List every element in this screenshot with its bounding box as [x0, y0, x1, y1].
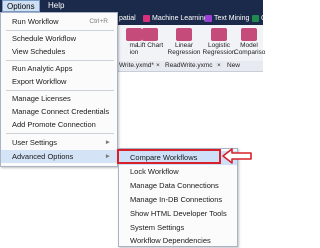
tab-spatial[interactable]: patial [116, 14, 139, 24]
tool-lift-chart[interactable]: Lift Chart [133, 28, 167, 49]
doc-tab-new-workflow[interactable]: New Workflow [227, 61, 263, 79]
logistic-regression-icon [211, 28, 227, 41]
menu-item-export-workflow[interactable]: Export Workflow [1, 75, 117, 88]
menu-item-manage-licenses[interactable]: Manage Licenses [1, 92, 117, 105]
menu-item-advanced-options[interactable]: Advanced Options ► [1, 150, 117, 163]
tool-logistic-regression[interactable]: Logistic Regression [202, 28, 236, 56]
submenu-arrow-icon: ► [104, 139, 111, 146]
submenu-item-show-html-developer-tools[interactable]: Show HTML Developer Tools [119, 207, 237, 221]
tab-text-mining[interactable]: Text Mining [203, 14, 252, 24]
linear-regression-icon [176, 28, 192, 41]
tool-logistic-regression-label: Logistic Regression [202, 42, 236, 56]
tab-computer-vision[interactable]: C [250, 14, 269, 24]
tool-model-comparison[interactable]: Model Compariso [234, 28, 266, 56]
menu-separator [6, 90, 114, 91]
model-comparison-icon [241, 28, 257, 41]
submenu-item-system-settings[interactable]: System Settings [119, 221, 237, 235]
doc-tab-readwrite[interactable]: ReadWrite.yxmc [165, 61, 213, 71]
menu-item-add-promote-connection[interactable]: Add Promote Connection [1, 118, 117, 131]
tool-linear-regression[interactable]: Linear Regression [167, 28, 201, 56]
tab-machine-learning[interactable]: Machine Learning [141, 14, 211, 24]
options-dropdown: Run Workflow Ctrl+R Schedule Workflow Vi… [0, 12, 118, 167]
submenu-item-manage-data-connections[interactable]: Manage Data Connections [119, 179, 237, 193]
lift-chart-icon [142, 28, 158, 41]
menu-bar: Options Help [0, 0, 263, 12]
submenu-item-manage-indb-connections[interactable]: Manage In-DB Connections [119, 193, 237, 207]
tab-machine-learning-label: Machine Learning [152, 15, 208, 22]
text-mining-swatch-icon [205, 15, 212, 22]
machine-learning-swatch-icon [143, 15, 150, 22]
menu-separator [6, 30, 114, 31]
menu-separator [6, 60, 114, 61]
shortcut-text: Ctrl+R [89, 18, 108, 25]
tab-computer-vision-label: C [261, 15, 267, 22]
menu-item-label: Advanced Options [12, 152, 74, 161]
menu-item-label: Run Workflow [12, 17, 59, 26]
options-menu[interactable]: Options [2, 0, 40, 12]
menu-item-label: User Settings [12, 138, 58, 147]
menu-item-user-settings[interactable]: User Settings ► [1, 136, 117, 149]
annotation-highlight-box [117, 149, 221, 164]
menu-item-view-schedules[interactable]: View Schedules [1, 45, 117, 58]
computer-vision-swatch-icon [252, 15, 259, 22]
menu-item-run-analytic-apps[interactable]: Run Analytic Apps [1, 62, 117, 75]
tab-text-mining-label: Text Mining [214, 15, 250, 22]
close-icon[interactable]: × [217, 61, 221, 71]
help-menu[interactable]: Help [44, 0, 68, 12]
doc-tab-write[interactable]: Write.yxmd* [119, 61, 154, 71]
menu-item-run-workflow[interactable]: Run Workflow Ctrl+R [1, 15, 117, 28]
tool-lift-chart-label: Lift Chart [136, 42, 164, 49]
menu-item-manage-connect-credentials[interactable]: Manage Connect Credentials [1, 105, 117, 118]
submenu-item-workflow-dependencies[interactable]: Workflow Dependencies [119, 234, 237, 248]
tool-model-comparison-label: Model Compariso [234, 42, 266, 56]
menu-separator [6, 133, 114, 134]
annotation-arrow-icon [222, 148, 252, 164]
tool-linear-regression-label: Linear Regression [167, 42, 201, 56]
submenu-item-lock-workflow[interactable]: Lock Workflow [119, 165, 237, 179]
close-icon[interactable]: × [156, 61, 160, 71]
submenu-arrow-icon: ► [104, 153, 111, 160]
menu-item-schedule-workflow[interactable]: Schedule Workflow [1, 32, 117, 45]
